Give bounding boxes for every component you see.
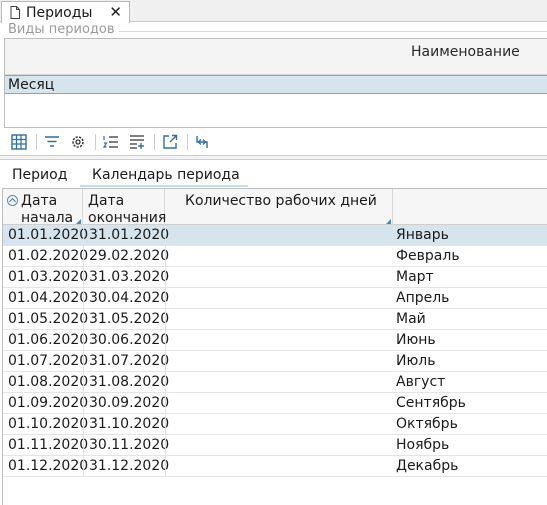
tab-period-calendar[interactable]: Календарь периода [92,167,240,183]
table-row[interactable]: 01.06.2020 30.06.2020 Июнь [3,330,547,351]
cell-start-date: 01.12.2020 [8,458,89,474]
cell-start-date: 01.01.2020 [8,227,89,243]
sort-marker-icon [76,219,81,224]
cell-period-name: Сентябрь [396,395,466,411]
cell-period-name: Июль [396,353,436,369]
cell-period-name: Февраль [396,248,460,264]
cell-period-name: Май [396,311,426,327]
table-header: Дата начала Дата окончания Количество ра… [3,189,547,226]
period-types-table[interactable]: Наименование Месяц [4,38,547,128]
cell-start-date: 01.02.2020 [8,248,89,264]
table-row[interactable]: 01.10.2020 31.10.2020 Октябрь [3,414,547,435]
period-calendar-table[interactable]: Дата начала Дата окончания Количество ра… [2,188,547,505]
cell-end-date: 31.08.2020 [89,374,170,390]
cell-start-date: 01.11.2020 [8,437,89,453]
table-icon[interactable] [8,132,30,152]
cell-period-name: Январь [396,227,449,243]
toolbar-separator [36,134,37,150]
cell-end-date: 31.07.2020 [89,353,170,369]
subtabs: Период Календарь периода [0,165,547,187]
close-icon[interactable]: ✕ [109,5,122,20]
table-row[interactable]: 01.02.2020 29.02.2020 Февраль [3,246,547,267]
group-divider [118,31,547,32]
cell-end-date: 29.02.2020 [89,248,170,264]
table-row[interactable]: 01.08.2020 31.08.2020 Август [3,372,547,393]
table-row[interactable]: 01.01.2020 31.01.2020 Январь [3,225,547,246]
cell-period-name: Декабрь [396,458,459,474]
numbered-list-icon[interactable] [100,132,122,152]
table-row[interactable]: 01.12.2020 31.12.2020 Декабрь [3,456,547,477]
tab-period[interactable]: Период [12,167,67,183]
column-header-workdays[interactable]: Количество рабочих дней [165,189,393,225]
column-header-name[interactable]: Наименование [411,44,520,60]
column-divider [165,225,166,477]
tab-periods[interactable]: Периоды ✕ [1,1,130,23]
sort-ascending-icon[interactable] [7,195,18,206]
cell-start-date: 01.07.2020 [8,353,89,369]
table-row[interactable]: Месяц [5,75,547,94]
table-row[interactable]: 01.04.2020 30.04.2020 Апрель [3,288,547,309]
cell-end-date: 30.11.2020 [89,437,170,453]
cell-end-date: 31.10.2020 [89,416,170,432]
table-row[interactable]: 01.03.2020 31.03.2020 Март [3,267,547,288]
cell-start-date: 01.06.2020 [8,332,89,348]
column-divider [83,225,84,477]
period-types-header: Наименование [5,39,547,75]
table-row[interactable]: 01.09.2020 30.09.2020 Сентябрь [3,393,547,414]
header-workdays: Количество рабочих дней [185,193,377,209]
header-end-line1: Дата [88,193,125,209]
cell-start-date: 01.05.2020 [8,311,89,327]
open-external-icon[interactable] [159,132,181,152]
cell-end-date: 31.03.2020 [89,269,170,285]
cell-period-name: Апрель [396,290,450,306]
settings-icon[interactable] [67,132,89,152]
cell-start-date: 01.03.2020 [8,269,89,285]
active-tab-indicator [80,185,248,187]
cell-start-date: 01.04.2020 [8,290,89,306]
table-row[interactable]: 01.05.2020 31.05.2020 Май [3,309,547,330]
toolbar-separator [187,134,188,150]
tab-bar: Периоды ✕ [0,0,547,23]
cell-end-date: 30.09.2020 [89,395,170,411]
toolbar-separator [95,134,96,150]
cell-period-name: Март [396,269,434,285]
toolbar [0,130,547,154]
cell-end-date: 31.01.2020 [89,227,170,243]
cell-period-name: Ноябрь [396,437,450,453]
column-header-start-date[interactable]: Дата начала [3,189,83,226]
refresh-link-icon[interactable] [192,132,214,152]
table-row[interactable]: 01.07.2020 31.07.2020 Июль [3,351,547,372]
filter-icon[interactable] [41,132,63,152]
cell-end-date: 30.06.2020 [89,332,170,348]
document-icon [10,6,20,19]
cell-period-name: Октябрь [396,416,458,432]
cell-end-date: 31.05.2020 [89,311,170,327]
sort-marker-icon [386,219,391,224]
cell-period-name: Август [396,374,446,390]
tab-title: Периоды [26,4,93,21]
cell-period-name: Июнь [396,332,436,348]
toolbar-separator [154,134,155,150]
period-types-group-title: Виды периодов [8,22,119,37]
cell-start-date: 01.10.2020 [8,416,89,432]
cell-start-date: 01.09.2020 [8,395,89,411]
add-list-icon[interactable] [126,132,148,152]
table-row[interactable]: 01.11.2020 30.11.2020 Ноябрь [3,435,547,456]
cell-end-date: 31.12.2020 [89,458,170,474]
column-header-end-date[interactable]: Дата окончания [83,189,166,226]
splitter[interactable] [0,155,547,160]
cell-start-date: 01.08.2020 [8,374,89,390]
cell-end-date: 30.04.2020 [89,290,170,306]
header-start-line1: Дата [21,193,58,209]
period-type-name: Месяц [8,76,55,93]
